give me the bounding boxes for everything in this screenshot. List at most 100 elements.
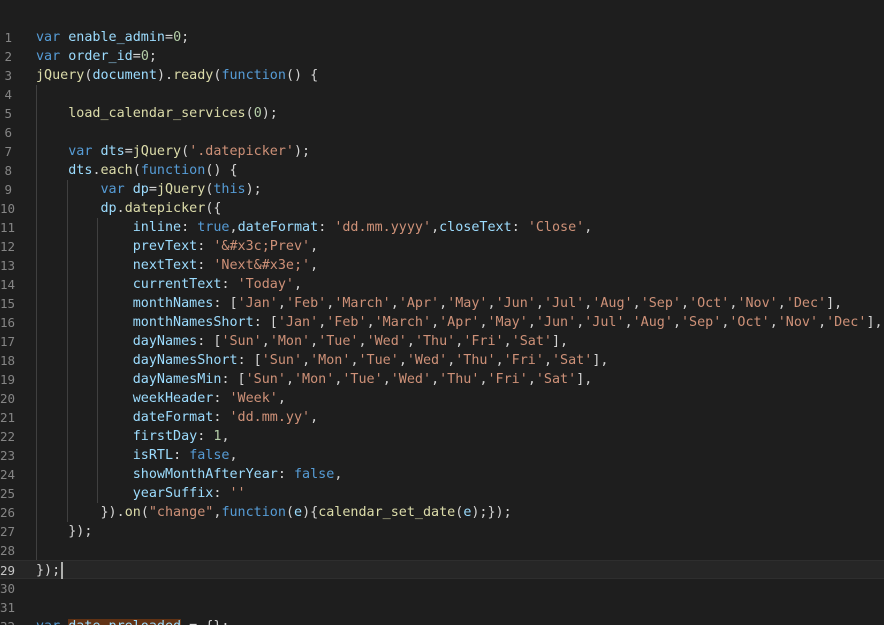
- code-line[interactable]: 12 prevText: '&#x3c;Prev',: [0, 237, 884, 256]
- code-line[interactable]: 26 }).on("change",function(e){calendar_s…: [0, 503, 884, 522]
- code-line[interactable]: 13 nextText: 'Next&#x3e;',: [0, 256, 884, 275]
- code-token: dateFormat: [132, 410, 214, 425]
- code-line[interactable]: 16 monthNamesShort: ['Jan','Feb','March'…: [0, 313, 884, 332]
- code-token: });: [36, 563, 61, 578]
- line-code: load_calendar_services(0);: [36, 104, 278, 123]
- code-line[interactable]: 14 currentText: 'Today',: [0, 275, 884, 294]
- code-line[interactable]: 27 });: [0, 522, 884, 541]
- code-token: date_preloaded: [68, 619, 182, 625]
- code-line[interactable]: 29});: [0, 560, 884, 579]
- code-token: );: [245, 182, 262, 197]
- line-code: }).on("change",function(e){calendar_set_…: [36, 503, 512, 522]
- code-line[interactable]: 19 dayNamesMin: ['Sun','Mon','Tue','Wed'…: [0, 370, 884, 389]
- code-line[interactable]: 6: [0, 123, 884, 142]
- code-token: 'Oct': [689, 296, 730, 311]
- code-token: ,: [431, 220, 440, 235]
- code-line[interactable]: 24 showMonthAfterYear: false,: [0, 465, 884, 484]
- code-token: ,: [681, 296, 690, 311]
- code-token: :: [197, 239, 214, 254]
- code-token: 'Sun': [245, 372, 286, 387]
- code-token: datepicker: [124, 201, 206, 216]
- line-code: currentText: 'Today',: [36, 275, 302, 294]
- code-token: ],: [866, 315, 883, 330]
- code-token: function: [140, 163, 206, 178]
- code-line[interactable]: 11 inline: true,dateFormat: 'dd.mm.yyyy'…: [0, 218, 884, 237]
- code-line[interactable]: 20 weekHeader: 'Week',: [0, 389, 884, 408]
- code-line[interactable]: 5 load_calendar_services(0);: [0, 104, 884, 123]
- code-line[interactable]: 4: [0, 85, 884, 104]
- code-token: ,: [350, 353, 359, 368]
- code-token: ,: [624, 315, 633, 330]
- code-line[interactable]: 9 var dp=jQuery(this);: [0, 180, 884, 199]
- code-token: ,: [479, 372, 488, 387]
- code-line[interactable]: 10 dp.datepicker({: [0, 199, 884, 218]
- code-token: ,: [487, 296, 496, 311]
- code-token: closeText: [439, 220, 512, 235]
- code-token: jQuery: [156, 182, 206, 197]
- code-token: load_calendar_services: [68, 106, 246, 121]
- code-token: ,: [277, 391, 286, 406]
- code-token: 0: [173, 30, 182, 45]
- code-line[interactable]: 17 dayNames: ['Sun','Mon','Tue','Wed','T…: [0, 332, 884, 351]
- code-token: ).: [156, 68, 174, 83]
- line-code: jQuery(document).ready(function() {: [36, 66, 318, 85]
- code-token: e: [294, 505, 303, 520]
- code-token: =: [124, 144, 133, 159]
- code-token: var: [36, 619, 60, 625]
- code-line[interactable]: 28: [0, 541, 884, 560]
- code-token: 'Sep': [640, 296, 681, 311]
- code-token: 'Feb': [285, 296, 327, 311]
- code-token: :: [318, 220, 335, 235]
- code-line[interactable]: 22 firstDay: 1,: [0, 427, 884, 446]
- code-token: ,: [543, 353, 552, 368]
- code-token: 'Close': [527, 220, 585, 235]
- code-line[interactable]: 18 dayNamesShort: ['Sun','Mon','Tue','We…: [0, 351, 884, 370]
- code-token: ,: [310, 258, 319, 273]
- code-line[interactable]: 32 var date_preloaded = {};: [0, 617, 884, 625]
- code-line[interactable]: 31: [0, 598, 884, 617]
- line-number: 17: [0, 334, 16, 349]
- code-token: dts: [100, 144, 125, 159]
- line-code: showMonthAfterYear: false,: [36, 465, 343, 484]
- code-line[interactable]: 15 monthNames: ['Jan','Feb','March','Apr…: [0, 294, 884, 313]
- code-token: prevText: [132, 239, 198, 254]
- code-token: ({: [205, 201, 222, 216]
- code-line[interactable]: 7 var dts=jQuery('.datepicker');: [0, 142, 884, 161]
- code-token: 'Thu': [439, 372, 480, 387]
- code-token: ,: [431, 372, 440, 387]
- line-number: 5: [4, 106, 12, 121]
- line-code: var order_id=0;: [36, 47, 157, 66]
- code-token: :: [213, 486, 230, 501]
- line-code: dp.datepicker({: [36, 199, 222, 218]
- code-line[interactable]: 21 dateFormat: 'dd.mm.yy',: [0, 408, 884, 427]
- line-code: dayNamesMin: ['Sun','Mon','Tue','Wed','T…: [36, 370, 593, 389]
- code-line[interactable]: 2 var order_id=0;: [0, 47, 884, 66]
- code-token: ,: [294, 277, 303, 292]
- code-token: dateFormat: [237, 220, 319, 235]
- code-token: "change": [148, 505, 214, 520]
- code-line[interactable]: 1 var enable_admin=0;: [0, 28, 884, 47]
- code-editor[interactable]: 1 var enable_admin=0; 2 var order_id=0; 3 jQu…: [0, 0, 884, 625]
- code-token: 'Jan': [237, 296, 278, 311]
- code-token: ,: [310, 410, 319, 425]
- code-line[interactable]: 8 dts.each(function() {: [0, 161, 884, 180]
- code-token: 'Sun': [261, 353, 303, 368]
- code-line[interactable]: 3 jQuery(document).ready(function() {: [0, 66, 884, 85]
- code-line[interactable]: 23 isRTL: false,: [0, 446, 884, 465]
- code-line[interactable]: 25 yearSuffix: '': [0, 484, 884, 503]
- code-token: 'Aug': [592, 296, 633, 311]
- code-token: 'Fri': [503, 353, 544, 368]
- code-token: 'May': [487, 315, 528, 330]
- code-token: firstDay: [132, 429, 198, 444]
- code-line[interactable]: 30: [0, 579, 884, 598]
- code-token: .: [92, 163, 101, 178]
- line-number: 31: [0, 600, 16, 615]
- line-number: 8: [4, 163, 12, 178]
- code-token: ,: [672, 315, 681, 330]
- line-number: 14: [0, 277, 16, 292]
- code-token: 'Jun': [495, 296, 536, 311]
